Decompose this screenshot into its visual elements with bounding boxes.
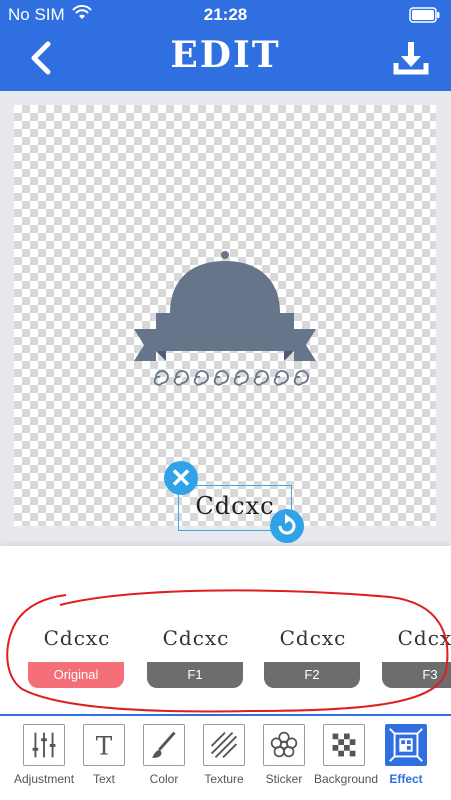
delete-handle[interactable]: ✕ (164, 461, 198, 495)
tool-label: Background (314, 772, 379, 786)
filter-f1[interactable]: Cdcxc F1 (147, 616, 245, 714)
tool-sticker[interactable]: Sticker (254, 724, 314, 794)
download-button[interactable] (391, 38, 431, 78)
status-bar: No SIM 21:28 (0, 0, 451, 30)
tool-label: Text (92, 772, 115, 786)
filter-f2[interactable]: Cdcxc F2 (264, 616, 362, 714)
filter-preview: Cdcxc (162, 626, 230, 650)
effect-icon (385, 724, 427, 766)
cloche-logo-image[interactable] (134, 249, 320, 389)
tool-adjustment[interactable]: Adjustment (14, 724, 74, 794)
filter-preview: Cdcxc (397, 626, 451, 650)
tool-effect[interactable]: Effect (376, 724, 436, 794)
tool-label: Effect (389, 772, 423, 786)
filter-preview: Cdcxc (279, 626, 347, 650)
text-t-icon: T (83, 724, 125, 766)
tool-label: Color (149, 772, 179, 786)
tool-color[interactable]: Color (134, 724, 194, 794)
flower-icon (263, 724, 305, 766)
close-icon: ✕ (170, 463, 192, 493)
filter-preview: Cdcxc (43, 626, 111, 650)
canvas-area: Cdcxc ✕ (0, 91, 451, 546)
download-icon (393, 42, 429, 75)
tool-label: Adjustment (14, 772, 75, 786)
status-clock: 21:28 (203, 5, 248, 24)
filter-label: F1 (147, 662, 243, 688)
filter-label: F3 (382, 662, 451, 688)
top-bar: No SIM 21:28 EDIT (0, 0, 451, 91)
brush-icon (143, 724, 185, 766)
rotate-icon (278, 514, 296, 535)
filter-label: Original (28, 662, 124, 688)
sliders-icon (23, 724, 65, 766)
filter-original[interactable]: Cdcxc Original (28, 616, 126, 714)
filter-f3[interactable]: Cdcxc F3 (382, 616, 451, 714)
tool-texture[interactable]: Texture (194, 724, 254, 794)
checkerboard-icon (323, 724, 365, 766)
tool-background[interactable]: Background (314, 724, 379, 794)
battery-icon (409, 7, 440, 23)
filter-strip[interactable]: Cdcxc Original Cdcxc F1 Cdcxc F2 Cdcxc F… (0, 546, 451, 714)
diagonal-lines-icon (203, 724, 245, 766)
filter-label: F2 (264, 662, 360, 688)
bottom-toolbar: Adjustment T Text Color Texture Sticker (0, 714, 451, 800)
rotate-handle[interactable] (270, 509, 304, 543)
design-canvas[interactable]: Cdcxc ✕ (14, 105, 436, 543)
tool-label: Sticker (265, 772, 303, 786)
svg-text:T: T (96, 732, 113, 761)
tool-text[interactable]: T Text (74, 724, 134, 794)
tool-label: Texture (204, 772, 244, 786)
page-title: EDIT (170, 34, 281, 76)
